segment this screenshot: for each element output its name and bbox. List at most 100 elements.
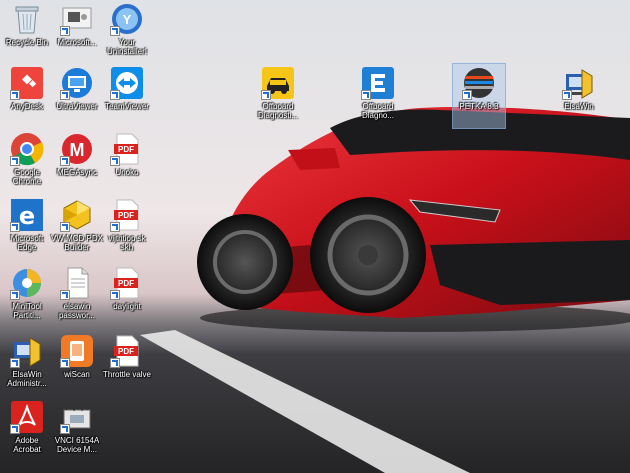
- shortcut-arrow-icon: [60, 90, 70, 100]
- shortcut-arrow-icon: [110, 222, 120, 232]
- desktop-icon-microsoft-app[interactable]: Microsoft...: [51, 0, 103, 64]
- desktop-icon-elsawin[interactable]: ElsaWin: [553, 64, 605, 128]
- adobe-acrobat-icon: [10, 400, 44, 434]
- desktop-icon-offboard-diagnostic[interactable]: Offboard Diagnosti...: [252, 64, 304, 128]
- desktop-icon-recycle-bin[interactable]: Recycle Bin: [1, 0, 53, 64]
- shortcut-arrow-icon: [110, 90, 120, 100]
- shortcut-arrow-icon: [60, 222, 70, 232]
- shortcut-arrow-icon: [110, 290, 120, 300]
- shortcut-arrow-icon: [562, 90, 572, 100]
- desktop-icon-label: Recycle Bin: [5, 38, 49, 47]
- chrome-icon: [10, 132, 44, 166]
- shortcut-arrow-icon: [10, 424, 20, 434]
- desktop-icon-elsawin-admin[interactable]: ElsaWin Administr...: [1, 332, 53, 396]
- pdf-icon: PDF: [110, 132, 144, 166]
- desktop-icon-label: Your Uninstaller!: [106, 38, 147, 56]
- pdf-icon: PDF: [110, 266, 144, 300]
- uninstaller-icon: Y: [110, 2, 144, 36]
- shortcut-arrow-icon: [60, 424, 70, 434]
- desktop-icon-label: MiniTool Partiti...: [12, 302, 42, 320]
- pdf-icon: PDF: [110, 334, 144, 368]
- pdf-icon: PDF: [110, 198, 144, 232]
- desktop-icon-label: Offboard Diagno...: [361, 102, 395, 120]
- desktop-icon-offboard-diagnostic-2[interactable]: Offboard Diagno...: [352, 64, 404, 128]
- desktop-icon-label: TeamViewer: [105, 102, 149, 111]
- desktop-icon-label: Throttle valve: [102, 370, 152, 379]
- desktop: Recycle Bin AnyDesk Google Chrome e Micr…: [0, 0, 630, 473]
- shortcut-arrow-icon: [10, 290, 20, 300]
- desktop-icon-label: daylight: [113, 302, 141, 311]
- shortcut-arrow-icon: [10, 90, 20, 100]
- text-file-icon: [60, 266, 94, 300]
- svg-text:PDF: PDF: [118, 279, 134, 288]
- wiscan-icon: [60, 334, 94, 368]
- svg-text:PDF: PDF: [118, 211, 134, 220]
- desktop-icon-label: VNCI 6154A Device M...: [54, 436, 100, 454]
- recycle-bin-icon: [10, 2, 44, 36]
- svg-text:e: e: [19, 202, 35, 230]
- desktop-icon-vnci-device[interactable]: VNCI 6154A Device M...: [51, 398, 103, 462]
- desktop-icon-unoko-pdf[interactable]: PDF Unoko: [101, 130, 153, 194]
- edge-icon: e: [10, 198, 44, 232]
- svg-text:PDF: PDF: [118, 145, 134, 154]
- desktop-icon-throttle-valve-pdf[interactable]: PDF Throttle valve: [101, 332, 153, 396]
- vnci-device-icon: [60, 400, 94, 434]
- desktop-icon-petka[interactable]: PETKA 8.3: [452, 63, 506, 129]
- svg-text:M: M: [70, 140, 85, 160]
- desktop-icon-label: AnyDesk: [10, 102, 43, 111]
- desktop-icon-your-uninstaller[interactable]: Y Your Uninstaller!: [101, 0, 153, 64]
- shortcut-arrow-icon: [462, 90, 472, 100]
- desktop-icon-label: ElsaWin: [564, 102, 594, 111]
- desktop-icon-anydesk[interactable]: AnyDesk: [1, 64, 53, 128]
- desktop-icon-pdx-builder[interactable]: VW MCD PDX Builder: [51, 196, 103, 260]
- desktop-icon-label: Microsoft Edge: [10, 234, 44, 252]
- svg-text:Y: Y: [123, 12, 132, 27]
- shortcut-arrow-icon: [60, 26, 70, 36]
- desktop-icon-label: vijthtiop sk skh: [108, 234, 146, 252]
- pdx-builder-icon: [60, 198, 94, 232]
- desktop-icon-adobe-acrobat[interactable]: Adobe Acrobat: [1, 398, 53, 462]
- svg-text:PDF: PDF: [118, 347, 134, 356]
- desktop-icon-label: MEGAsync: [56, 168, 97, 177]
- megasync-icon: M: [60, 132, 94, 166]
- desktop-icon-wiscan[interactable]: wiScan: [51, 332, 103, 396]
- desktop-icon-label: Google Chrome: [12, 168, 42, 186]
- desktop-icon-daylight-pdf[interactable]: PDF daylight: [101, 264, 153, 328]
- shortcut-arrow-icon: [361, 90, 371, 100]
- desktop-icon-label: elsawin passwor...: [58, 302, 95, 320]
- elsawin-icon: [562, 66, 596, 100]
- shortcut-arrow-icon: [110, 26, 120, 36]
- offboard-diagnostic-icon: [261, 66, 295, 100]
- petka-icon: [462, 66, 496, 100]
- desktop-icon-label: wiScan: [64, 370, 90, 379]
- desktop-icon-label: Adobe Acrobat: [13, 436, 41, 454]
- microsoft-app-icon: [60, 2, 94, 36]
- shortcut-arrow-icon: [110, 358, 120, 368]
- desktop-icon-label: PETKA 8.3: [459, 102, 499, 111]
- desktop-icon-elsawin-password[interactable]: elsawin passwor...: [51, 264, 103, 328]
- desktop-icon-pdf-file[interactable]: PDF vijthtiop sk skh: [101, 196, 153, 260]
- desktop-icon-microsoft-edge[interactable]: e Microsoft Edge: [1, 196, 53, 260]
- desktop-icon-google-chrome[interactable]: Google Chrome: [1, 130, 53, 194]
- shortcut-arrow-icon: [261, 90, 271, 100]
- minitool-icon: [10, 266, 44, 300]
- offboard-diagnostic-blue-icon: [361, 66, 395, 100]
- desktop-icon-minitool[interactable]: MiniTool Partiti...: [1, 264, 53, 328]
- ultraviewer-icon: [60, 66, 94, 100]
- desktop-icon-label: ElsaWin Administr...: [7, 370, 47, 388]
- elsawin-admin-icon: [10, 334, 44, 368]
- shortcut-arrow-icon: [10, 222, 20, 232]
- shortcut-arrow-icon: [10, 358, 20, 368]
- desktop-icon-teamviewer[interactable]: TeamViewer: [101, 64, 153, 128]
- desktop-icon-label: Microsoft...: [57, 38, 97, 47]
- shortcut-arrow-icon: [110, 156, 120, 166]
- shortcut-arrow-icon: [60, 358, 70, 368]
- desktop-icon-label: Offboard Diagnosti...: [257, 102, 299, 120]
- shortcut-arrow-icon: [10, 156, 20, 166]
- desktop-icon-label: VW MCD PDX Builder: [51, 234, 103, 252]
- shortcut-arrow-icon: [60, 156, 70, 166]
- desktop-icon-megasync[interactable]: M MEGAsync: [51, 130, 103, 194]
- desktop-icon-ultraviewer[interactable]: UltraViewer: [51, 64, 103, 128]
- shortcut-arrow-icon: [60, 290, 70, 300]
- teamviewer-icon: [110, 66, 144, 100]
